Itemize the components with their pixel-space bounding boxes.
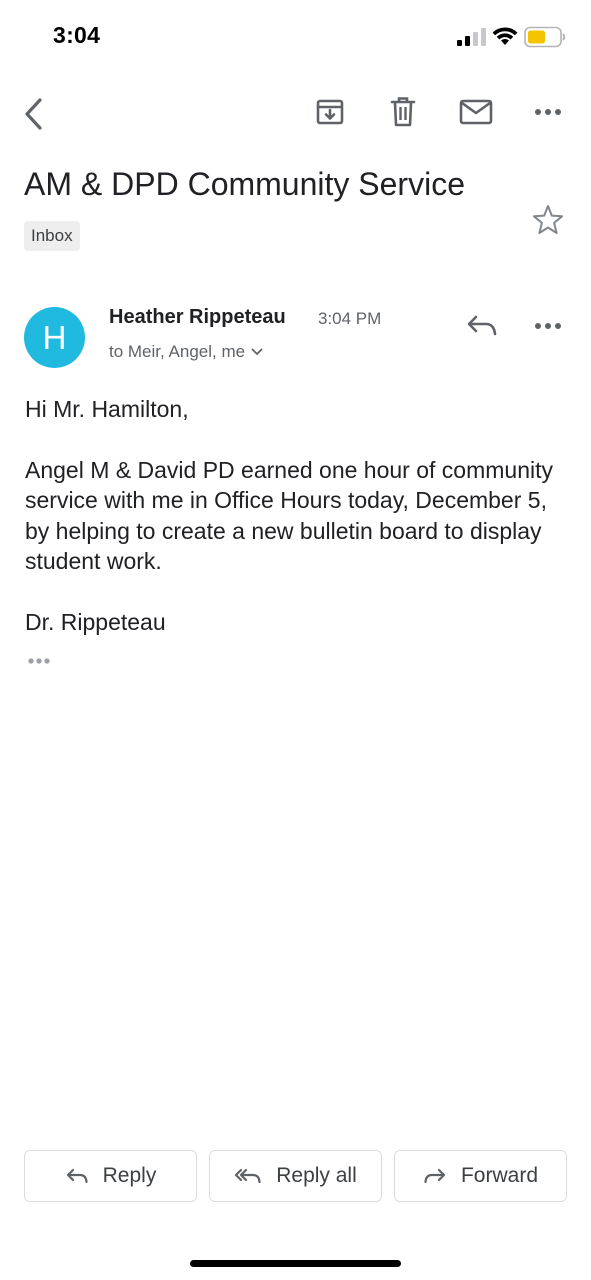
more-options-button[interactable] <box>530 94 566 130</box>
sender-name: Heather Rippeteau <box>109 306 286 328</box>
wifi-icon <box>492 27 518 45</box>
email-subject: AM & DPD Community Service <box>24 166 465 202</box>
delete-button[interactable] <box>385 94 421 130</box>
mail-icon <box>459 99 493 125</box>
message-body: Hi Mr. Hamilton, Angel M & David PD earn… <box>25 394 570 637</box>
archive-button[interactable] <box>312 94 348 130</box>
recipients-toggle[interactable]: to Meir, Angel, me <box>109 342 263 362</box>
mark-unread-button[interactable] <box>458 94 494 130</box>
back-button[interactable] <box>18 92 54 136</box>
status-time: 3:04 <box>53 22 101 48</box>
trash-icon <box>390 97 416 127</box>
cellular-signal-icon <box>457 28 486 46</box>
message-more-button[interactable] <box>530 310 566 342</box>
body-greeting: Hi Mr. Hamilton, <box>25 396 189 422</box>
recipients-text: to Meir, Angel, me <box>109 342 246 361</box>
sender-avatar[interactable]: H <box>24 307 85 368</box>
back-icon <box>25 98 42 130</box>
battery-icon <box>524 26 566 48</box>
forward-button[interactable]: Forward <box>394 1150 567 1202</box>
reply-all-icon <box>235 1168 261 1184</box>
inbox-label-chip[interactable]: Inbox <box>24 221 80 251</box>
reply-button[interactable]: Reply <box>24 1150 197 1202</box>
star-button[interactable] <box>531 203 565 237</box>
more-icon <box>535 109 561 115</box>
message-reply-button[interactable] <box>464 310 500 342</box>
chevron-down-icon <box>251 348 263 355</box>
home-indicator[interactable] <box>190 1260 401 1267</box>
reply-icon <box>467 315 497 336</box>
reply-button-label: Reply <box>102 1164 157 1187</box>
body-signature: Dr. Rippeteau <box>25 608 166 635</box>
forward-icon <box>424 1168 446 1184</box>
body-paragraph: Angel M & David PD earned one hour of co… <box>25 456 553 575</box>
star-icon <box>533 205 563 234</box>
more-icon <box>535 323 561 329</box>
show-trimmed-content-button[interactable] <box>26 652 54 670</box>
message-time: 3:04 PM <box>318 309 382 328</box>
forward-button-label: Forward <box>460 1164 539 1187</box>
ellipsis-icon <box>28 658 50 664</box>
reply-icon <box>66 1168 88 1184</box>
reply-all-button[interactable]: Reply all <box>209 1150 382 1202</box>
reply-all-button-label: Reply all <box>276 1164 357 1187</box>
archive-icon <box>316 99 344 125</box>
